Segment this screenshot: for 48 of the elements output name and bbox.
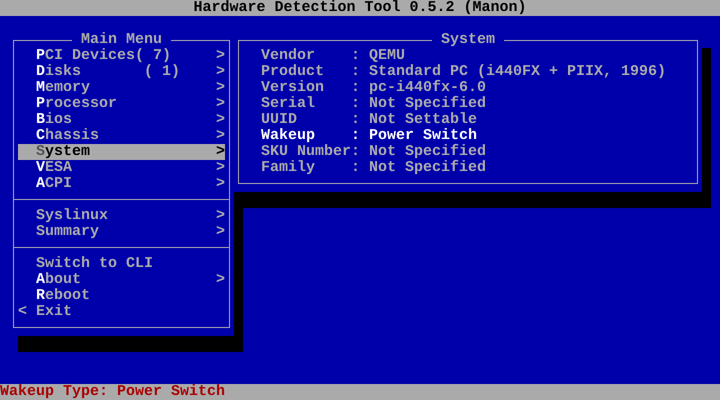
field-value: : pc-i440fx-6.0 xyxy=(351,80,486,96)
field-label: SKU Number xyxy=(261,144,351,160)
field-value: : Not Specified xyxy=(351,144,486,160)
field-label: Family xyxy=(261,160,316,176)
menu-item[interactable]: About > xyxy=(18,272,225,288)
chevron-right-icon: > xyxy=(216,127,226,144)
menu-item[interactable]: Reboot xyxy=(18,288,225,304)
chevron-right-icon: > xyxy=(216,271,226,288)
chevron-right-icon: > xyxy=(216,159,226,176)
window-title: Hardware Detection Tool 0.5.2 (Manon) xyxy=(193,0,527,16)
field-value: : Not Settable xyxy=(351,112,478,128)
chevron-right-icon: > xyxy=(216,79,226,96)
chevron-right-icon: > xyxy=(216,175,226,192)
menu-item[interactable]: System > xyxy=(18,144,225,160)
field-label: UUID xyxy=(261,112,298,128)
menu-item[interactable]: Summary > xyxy=(18,224,225,240)
menu-item[interactable]: ACPI > xyxy=(18,176,225,192)
field-label: Product xyxy=(261,64,326,80)
field-label: Vendor xyxy=(261,48,316,64)
panel-title: System xyxy=(440,32,496,48)
field-value: : Not Specified xyxy=(351,160,486,176)
chevron-right-icon: > xyxy=(216,95,226,112)
field-label: Version xyxy=(261,80,326,96)
menu-item[interactable]: Bios > xyxy=(18,112,225,128)
menu-item[interactable]: Processor > xyxy=(18,96,225,112)
menu-item[interactable]: Memory > xyxy=(18,80,225,96)
menu-item[interactable]: VESA > xyxy=(18,160,225,176)
field-value: : Standard PC (i440FX + PIIX, 1996) xyxy=(351,64,666,80)
field-value: : Power Switch xyxy=(351,128,478,144)
menu-item[interactable]: < Exit xyxy=(18,304,225,320)
status-text: Wakeup Type: Power Switch xyxy=(0,383,226,400)
menu-item[interactable]: Chassis > xyxy=(18,128,225,144)
chevron-left-icon: < xyxy=(18,304,28,320)
chevron-right-icon: > xyxy=(216,111,226,128)
menu-item[interactable]: PCI Devices( 7) > xyxy=(18,48,225,64)
field-label: Serial xyxy=(261,96,316,112)
field-value: : QEMU xyxy=(351,48,406,64)
chevron-right-icon: > xyxy=(216,143,226,160)
field-label: Wakeup xyxy=(261,128,316,144)
field-value: : Not Specified xyxy=(351,96,486,112)
menu-item[interactable]: Syslinux > xyxy=(18,208,225,224)
chevron-right-icon: > xyxy=(216,47,226,64)
menu-item[interactable]: Disks ( 1) > xyxy=(18,64,225,80)
menu-item[interactable]: Switch to CLI xyxy=(18,256,225,272)
chevron-right-icon: > xyxy=(216,63,226,80)
chevron-right-icon: > xyxy=(216,223,226,240)
chevron-right-icon: > xyxy=(216,207,226,224)
menu-title: Main Menu xyxy=(80,32,163,48)
